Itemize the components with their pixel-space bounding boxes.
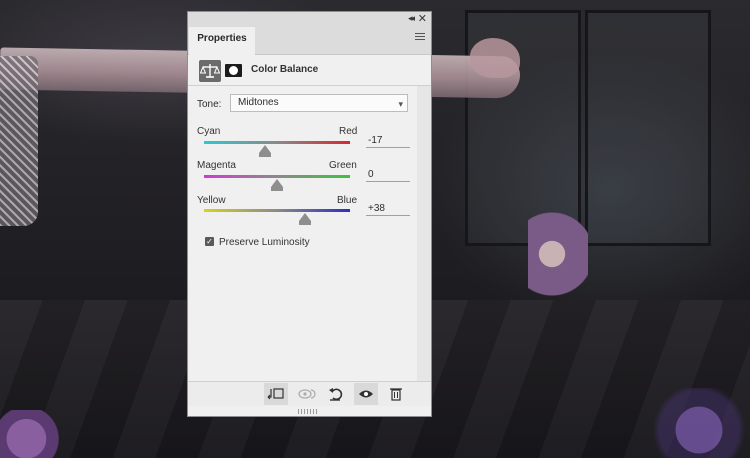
clip-to-layer-button[interactable] [264, 383, 288, 405]
foot-image [470, 38, 520, 78]
resize-grip[interactable] [298, 409, 318, 414]
yellow-blue-value-field[interactable]: +38 [366, 202, 410, 216]
properties-panel: ◂◂ ✕ Properties Color Balance Tone: Midt… [187, 11, 432, 417]
balance-scale-icon [199, 64, 221, 78]
preserve-luminosity-checkbox[interactable]: ✓ [205, 237, 214, 246]
tab-bar: Properties [188, 26, 431, 55]
tone-dropdown[interactable]: Midtones ▾ [230, 94, 408, 112]
clip-to-layer-icon [267, 388, 284, 400]
double-chevron-left-icon[interactable]: ◂◂ [408, 13, 415, 24]
slider-right-label: Red [339, 126, 358, 137]
reset-button[interactable] [324, 383, 348, 405]
toggle-visibility-button[interactable] [354, 383, 378, 405]
chevron-down-icon: ▾ [398, 99, 403, 109]
flower-face-image [528, 208, 588, 300]
magenta-green-slider-track[interactable] [204, 175, 350, 178]
tone-label: Tone: [197, 99, 222, 110]
toggle-visibility-icon [359, 390, 373, 398]
lace-sleeve-image [0, 56, 38, 226]
view-previous-state-button[interactable] [294, 383, 318, 405]
layer-mask-icon[interactable] [225, 64, 242, 77]
panel-scrollbar[interactable] [417, 86, 431, 384]
slider-right-label: Green [329, 160, 357, 171]
flower-image-right [648, 388, 750, 458]
slider-left-label: Yellow [197, 195, 226, 206]
tone-value: Midtones [238, 97, 279, 108]
slider-left-label: Cyan [197, 126, 221, 137]
adjustment-settings-button[interactable] [199, 60, 221, 82]
panel-title-bar[interactable]: ◂◂ ✕ [188, 12, 431, 26]
adjustment-title: Color Balance [251, 64, 319, 75]
slider-left-label: Magenta [197, 160, 236, 171]
close-icon[interactable]: ✕ [418, 12, 427, 25]
flower-image-left [0, 410, 66, 458]
bottom-toolbar [188, 381, 431, 406]
panel-menu-icon[interactable] [415, 33, 425, 41]
magenta-green-value-field[interactable]: 0 [366, 168, 410, 182]
window-frame-right [585, 10, 711, 246]
view-previous-state-icon [298, 389, 316, 399]
adjustment-header: Color Balance [188, 55, 431, 86]
cyan-red-value-field[interactable]: -17 [366, 134, 410, 148]
cyan-red-slider-thumb[interactable] [258, 145, 271, 157]
tab-properties[interactable]: Properties [189, 27, 255, 55]
delete-button[interactable] [384, 383, 408, 405]
slider-right-label: Blue [337, 195, 358, 206]
preserve-luminosity-label: Preserve Luminosity [219, 237, 310, 248]
yellow-blue-slider-track[interactable] [204, 209, 350, 212]
yellow-blue-slider-thumb[interactable] [298, 213, 311, 225]
reset-icon [329, 388, 343, 401]
cyan-red-slider-track[interactable] [204, 141, 350, 144]
delete-icon [390, 388, 402, 401]
magenta-green-slider-thumb[interactable] [271, 179, 283, 191]
